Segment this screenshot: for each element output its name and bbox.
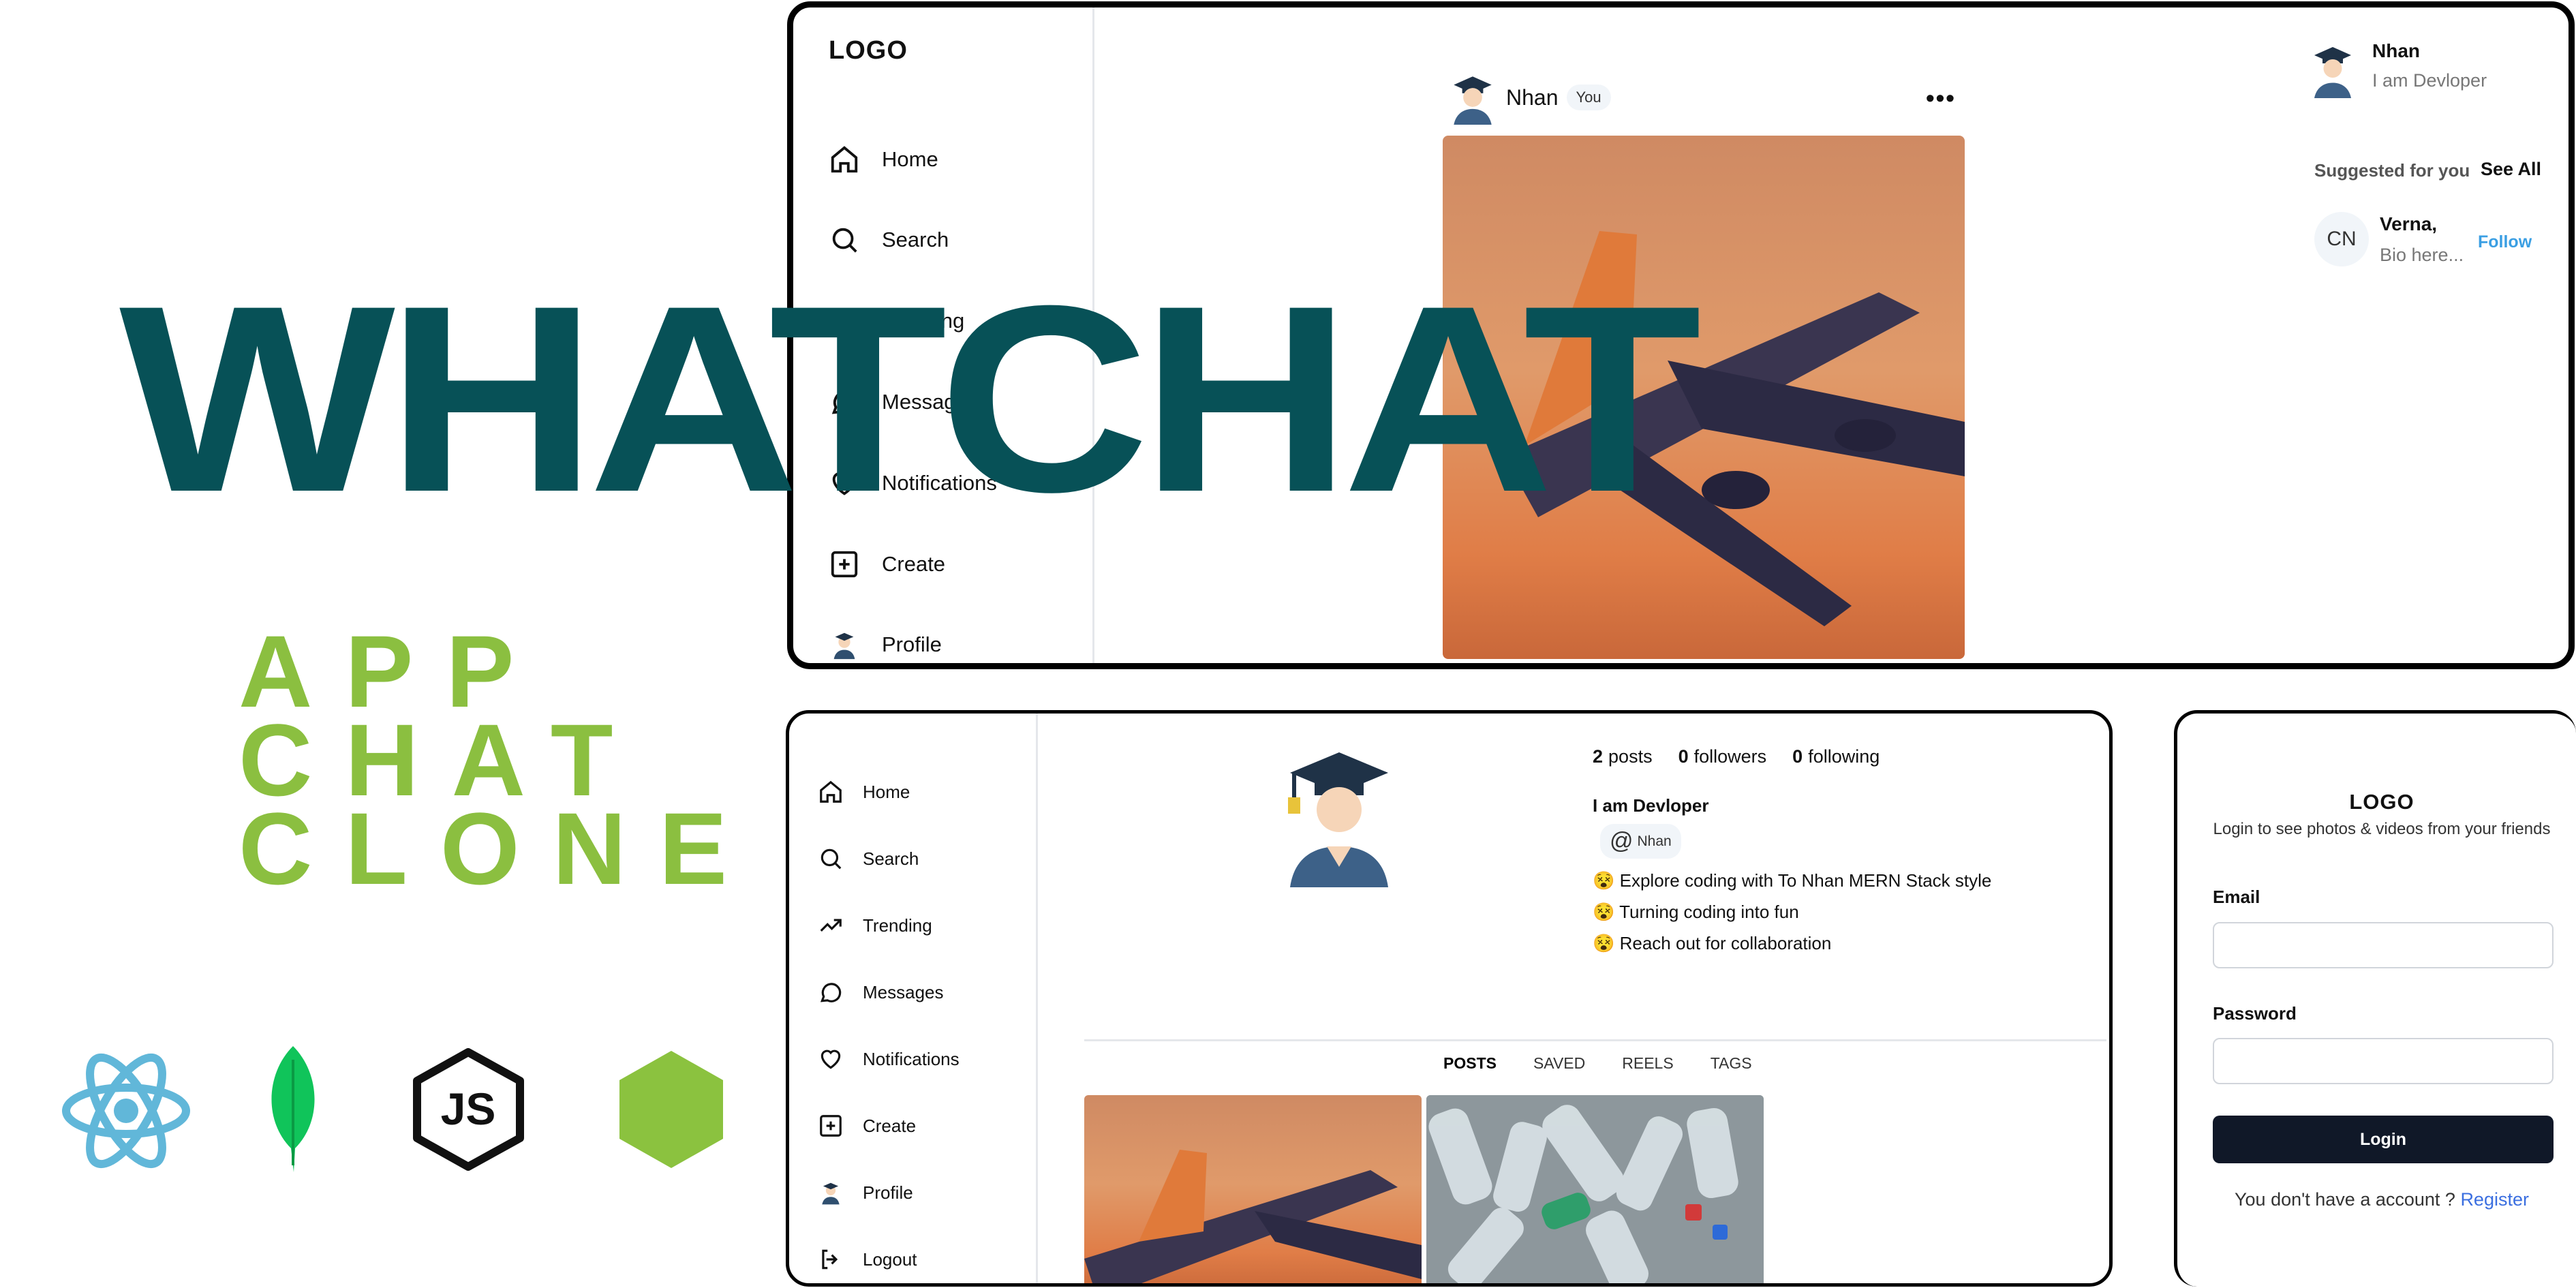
avatar-icon <box>822 1182 840 1205</box>
tab-tags[interactable]: TAGS <box>1711 1054 1752 1073</box>
grid-post-1[interactable] <box>1084 1095 1422 1283</box>
app-title: WHATCHAT <box>119 250 1702 547</box>
post-username[interactable]: Nhan <box>1506 85 1559 110</box>
posts-count: 2 <box>1593 746 1604 767</box>
follow-button[interactable]: Follow <box>2478 232 2532 252</box>
subtitle-line-3: CLONE <box>239 791 760 906</box>
bio-line: 😵 Turning coding into fun <box>1593 902 1799 922</box>
post-avatar[interactable] <box>1447 70 1498 125</box>
airplane-icon <box>1084 1150 1422 1283</box>
handle-text: Nhan <box>1637 833 1672 849</box>
sidebar-item-label: Notifications <box>863 1048 960 1069</box>
handle-badge: @ Nhan <box>1600 824 1681 859</box>
search-icon <box>821 848 842 870</box>
sidebar-item-messages[interactable]: Messages <box>818 979 944 1005</box>
following-count: 0 <box>1792 746 1803 767</box>
bio-lines: 😵 Explore coding with To Nhan MERN Stack… <box>1593 865 1991 959</box>
register-prompt: You don't have a account ? Register <box>2177 1189 2576 1210</box>
login-tagline: Login to see photos & videos from your f… <box>2213 820 2551 838</box>
avatar-icon <box>833 632 855 660</box>
sidebar-item-trending[interactable]: Trending <box>818 913 932 938</box>
logout-icon <box>822 1249 838 1270</box>
sidebar-item-create[interactable]: Create <box>829 549 945 580</box>
post-header: Nhan You <box>1447 70 1611 125</box>
sidebar-item-label: Create <box>863 1115 917 1136</box>
sidebar-item-home[interactable]: Home <box>818 779 910 805</box>
following-label[interactable]: following <box>1808 746 1880 767</box>
trending-icon <box>820 919 842 932</box>
suggested-user-avatar[interactable]: CN <box>2314 212 2369 266</box>
tab-reels[interactable]: REELS <box>1622 1054 1673 1073</box>
home-icon <box>820 780 842 803</box>
home-icon <box>831 146 858 173</box>
current-user-bio: I am Devloper <box>2372 70 2487 91</box>
nodejs-hex-icon <box>619 1051 723 1168</box>
sidebar-item-home[interactable]: Home <box>829 144 938 175</box>
bio-line: 😵 Explore coding with To Nhan MERN Stack… <box>1593 870 1992 891</box>
sidebar-item-label: Profile <box>863 1182 913 1203</box>
tab-saved[interactable]: SAVED <box>1533 1054 1585 1073</box>
profile-bio-title: I am Devloper <box>1593 795 1709 816</box>
sidebar-item-profile[interactable]: Profile <box>829 629 942 660</box>
suggested-heading: Suggested for you <box>2314 160 2470 181</box>
password-field[interactable] <box>2213 1038 2554 1084</box>
bio-line: 😵 Reach out for collaboration <box>1593 933 1832 953</box>
profile-avatar[interactable] <box>1278 744 1400 887</box>
sidebar-item-label: Search <box>863 848 919 869</box>
sidebar-item-label: Trending <box>863 915 932 936</box>
sidebar-item-label: Home <box>863 781 910 802</box>
suggested-user-bio: Bio here... <box>2380 245 2464 265</box>
more-options-icon[interactable]: ••• <box>1926 84 1956 112</box>
profile-window: Home Search Trending Messages Notificati… <box>786 710 2113 1287</box>
posts-label: posts <box>1608 746 1653 767</box>
sidebar-item-label: Home <box>882 147 938 171</box>
profile-tabs: POSTS SAVED REELS TAGS <box>1443 1054 1752 1073</box>
no-account-text: You don't have a account ? <box>2235 1189 2455 1210</box>
plus-square-icon <box>831 551 858 578</box>
profile-sidebar: Home Search Trending Messages Notificati… <box>789 714 1038 1283</box>
see-all-link[interactable]: See All <box>2481 159 2541 180</box>
sidebar-item-notifications[interactable]: Notifications <box>818 1046 960 1072</box>
heart-icon <box>821 1049 841 1069</box>
sidebar-item-profile[interactable]: Profile <box>818 1180 913 1206</box>
plus-square-icon <box>820 1115 842 1137</box>
email-field[interactable] <box>2213 922 2554 968</box>
password-label: Password <box>2213 1003 2297 1024</box>
followers-label[interactable]: followers <box>1694 746 1767 767</box>
avatar <box>2314 47 2351 98</box>
at-icon: @ <box>1610 828 1634 854</box>
sidebar-item-logout[interactable]: Logout <box>818 1246 917 1272</box>
sidebar-item-label: Profile <box>882 632 942 656</box>
login-window: LOGO Login to see photos & videos from y… <box>2174 710 2576 1287</box>
sidebar-item-label: Create <box>882 552 946 576</box>
current-user[interactable]: Nhan I am Devloper <box>2308 40 2487 99</box>
suggested-user-name[interactable]: Verna, <box>2380 213 2437 235</box>
feed-logo: LOGO <box>829 36 908 65</box>
sidebar-item-label: Logout <box>863 1248 917 1270</box>
message-icon <box>820 983 842 1002</box>
register-link[interactable]: Register <box>2460 1189 2529 1210</box>
login-logo: LOGO <box>2349 790 2414 814</box>
bottles-image <box>1426 1095 1764 1283</box>
you-badge: You <box>1566 85 1611 110</box>
react-icon <box>62 1053 190 1169</box>
profile-stats: 2 posts 0 followers 0 following <box>1593 746 1880 767</box>
tabs-divider <box>1084 1039 2106 1041</box>
email-label: Email <box>2213 887 2260 907</box>
js-icon: JS <box>413 1048 524 1171</box>
followers-count: 0 <box>1678 746 1689 767</box>
mongodb-leaf-icon <box>271 1046 315 1172</box>
login-button[interactable]: Login <box>2213 1116 2554 1163</box>
svg-text:JS: JS <box>441 1084 496 1134</box>
grid-post-2[interactable] <box>1426 1095 1764 1283</box>
sidebar-item-create[interactable]: Create <box>818 1113 916 1139</box>
sidebar-item-search[interactable]: Search <box>818 846 919 872</box>
current-user-name: Nhan <box>2372 40 2420 61</box>
sidebar-item-label: Search <box>882 228 949 251</box>
tab-posts[interactable]: POSTS <box>1443 1054 1497 1073</box>
sidebar-item-label: Messages <box>863 981 944 1002</box>
